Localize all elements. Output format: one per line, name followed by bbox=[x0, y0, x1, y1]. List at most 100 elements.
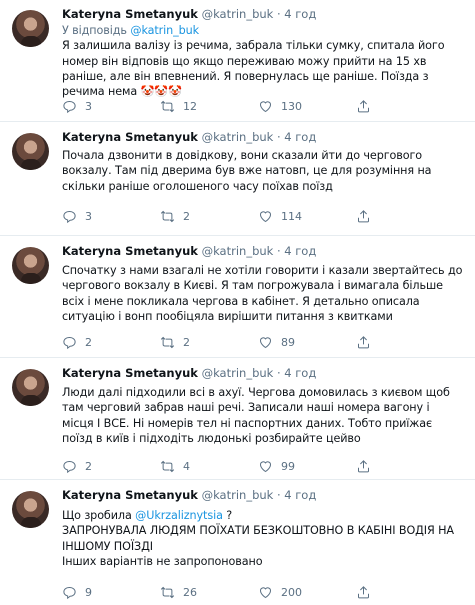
retweet-icon bbox=[160, 336, 175, 348]
reply-prefix: У відповідь bbox=[62, 24, 131, 37]
timestamp[interactable]: · 4 год bbox=[277, 366, 316, 380]
reply-icon bbox=[63, 336, 76, 349]
author-name[interactable]: Kateryna Smetanyuk bbox=[62, 244, 198, 258]
tweet-header: Kateryna Smetanyuk @katrin_buk · 4 год bbox=[62, 7, 316, 21]
retweet-icon bbox=[160, 586, 175, 598]
like-button[interactable]: 114 bbox=[258, 208, 302, 224]
reply-button[interactable]: 2 bbox=[62, 458, 92, 474]
tweet-header: Kateryna Smetanyuk @katrin_buk · 4 год bbox=[62, 366, 316, 380]
tweet-2[interactable]: Kateryna Smetanyuk @katrin_buk · 4 год П… bbox=[0, 123, 475, 236]
author-name[interactable]: Kateryna Smetanyuk bbox=[62, 130, 198, 144]
tweet-body-end: ? bbox=[222, 509, 233, 522]
reply-icon bbox=[63, 586, 76, 599]
reply-count: 2 bbox=[85, 335, 92, 349]
author-name[interactable]: Kateryna Smetanyuk bbox=[62, 366, 198, 380]
like-count: 99 bbox=[281, 459, 295, 473]
retweet-count: 12 bbox=[183, 99, 197, 113]
reply-count: 3 bbox=[85, 99, 92, 113]
tweet-3[interactable]: Kateryna Smetanyuk @katrin_buk · 4 год С… bbox=[0, 237, 475, 358]
tweet-body-start: Що зробила bbox=[62, 509, 136, 522]
avatar[interactable] bbox=[12, 491, 49, 528]
like-button[interactable]: 200 bbox=[258, 584, 302, 600]
reply-button[interactable]: 3 bbox=[62, 208, 92, 224]
share-button[interactable] bbox=[356, 98, 371, 114]
share-icon bbox=[358, 99, 369, 112]
share-button[interactable] bbox=[356, 208, 371, 224]
retweet-count: 4 bbox=[183, 459, 190, 473]
reply-button[interactable]: 9 bbox=[62, 584, 92, 600]
tweet-body-line-2: ЗАПРОНУВАЛА ЛЮДЯМ ПОЇХАТИ БЕЗКОШТОВНО В … bbox=[62, 524, 454, 553]
tweet-5[interactable]: Kateryna Smetanyuk @katrin_buk · 4 год Щ… bbox=[0, 481, 475, 605]
share-icon bbox=[358, 335, 369, 348]
like-button[interactable]: 99 bbox=[258, 458, 295, 474]
timestamp[interactable]: · 4 год bbox=[277, 244, 316, 258]
like-count: 200 bbox=[281, 585, 302, 599]
timestamp[interactable]: · 4 год bbox=[277, 130, 316, 144]
reply-count: 2 bbox=[85, 459, 92, 473]
tweet-4[interactable]: Kateryna Smetanyuk @katrin_buk · 4 год Л… bbox=[0, 359, 475, 480]
like-count: 89 bbox=[281, 335, 295, 349]
tweet-actions: 2 2 89 bbox=[62, 334, 442, 350]
like-button[interactable]: 130 bbox=[258, 98, 302, 114]
reply-count: 9 bbox=[85, 585, 92, 599]
author-name[interactable]: Kateryna Smetanyuk bbox=[62, 7, 198, 21]
tweet-actions: 2 4 99 bbox=[62, 458, 442, 474]
retweet-button[interactable]: 26 bbox=[160, 584, 197, 600]
author-handle[interactable]: @katrin_buk bbox=[202, 130, 274, 144]
retweet-button[interactable]: 2 bbox=[160, 208, 190, 224]
tweet-actions: 9 26 200 bbox=[62, 584, 442, 600]
heart-icon bbox=[259, 210, 272, 222]
share-button[interactable] bbox=[356, 584, 371, 600]
share-button[interactable] bbox=[356, 458, 371, 474]
author-handle[interactable]: @katrin_buk bbox=[202, 7, 274, 21]
heart-icon bbox=[259, 586, 272, 598]
retweet-icon bbox=[160, 100, 175, 112]
heart-icon bbox=[259, 460, 272, 472]
share-icon bbox=[358, 209, 369, 222]
author-handle[interactable]: @katrin_buk bbox=[202, 366, 274, 380]
share-button[interactable] bbox=[356, 334, 371, 350]
reply-button[interactable]: 3 bbox=[62, 98, 92, 114]
tweet-body: Я залишила валізу із речима, забрала тіл… bbox=[62, 39, 445, 99]
retweet-icon bbox=[160, 460, 175, 472]
author-name[interactable]: Kateryna Smetanyuk bbox=[62, 488, 198, 502]
author-handle[interactable]: @katrin_buk bbox=[202, 244, 274, 258]
timestamp[interactable]: · 4 год bbox=[277, 488, 316, 502]
reply-count: 3 bbox=[85, 209, 92, 223]
tweet-actions: 3 2 114 bbox=[62, 208, 442, 224]
reply-icon bbox=[63, 210, 76, 223]
retweet-button[interactable]: 2 bbox=[160, 334, 190, 350]
share-icon bbox=[358, 585, 369, 598]
author-handle[interactable]: @katrin_buk bbox=[202, 488, 274, 502]
timestamp[interactable]: · 4 год bbox=[277, 7, 316, 21]
like-count: 114 bbox=[281, 209, 302, 223]
avatar[interactable] bbox=[12, 10, 49, 47]
retweet-button[interactable]: 4 bbox=[160, 458, 190, 474]
tweet-1[interactable]: Kateryna Smetanyuk @katrin_buk · 4 год У… bbox=[0, 0, 475, 122]
retweet-count: 2 bbox=[183, 209, 190, 223]
like-button[interactable]: 89 bbox=[258, 334, 295, 350]
retweet-button[interactable]: 12 bbox=[160, 98, 197, 114]
heart-icon bbox=[259, 100, 272, 112]
tweet-text: У відповідь @katrin_buk Я залишила валіз… bbox=[62, 23, 464, 99]
heart-icon bbox=[259, 336, 272, 348]
avatar[interactable] bbox=[12, 369, 49, 406]
tweet-body: Спочатку з нами взагалі не хотіли говори… bbox=[62, 264, 463, 323]
retweet-count: 26 bbox=[183, 585, 197, 599]
tweet-actions: 3 12 130 bbox=[62, 98, 442, 114]
reply-icon bbox=[63, 100, 76, 113]
mention-link[interactable]: @Ukrzaliznytsia bbox=[135, 509, 223, 522]
reply-button[interactable]: 2 bbox=[62, 334, 92, 350]
tweet-header: Kateryna Smetanyuk @katrin_buk · 4 год bbox=[62, 244, 316, 258]
retweet-count: 2 bbox=[183, 335, 190, 349]
like-count: 130 bbox=[281, 99, 302, 113]
tweet-header: Kateryna Smetanyuk @katrin_buk · 4 год bbox=[62, 130, 316, 144]
tweet-body: Люди далі підходили всі в ахуї. Чергова … bbox=[62, 386, 450, 445]
avatar[interactable] bbox=[12, 133, 49, 170]
reply-icon bbox=[63, 460, 76, 473]
share-icon bbox=[358, 459, 369, 472]
tweet-header: Kateryna Smetanyuk @katrin_buk · 4 год bbox=[62, 488, 316, 502]
avatar[interactable] bbox=[12, 247, 49, 284]
retweet-icon bbox=[160, 210, 175, 222]
reply-to-link[interactable]: @katrin_buk bbox=[130, 24, 199, 37]
